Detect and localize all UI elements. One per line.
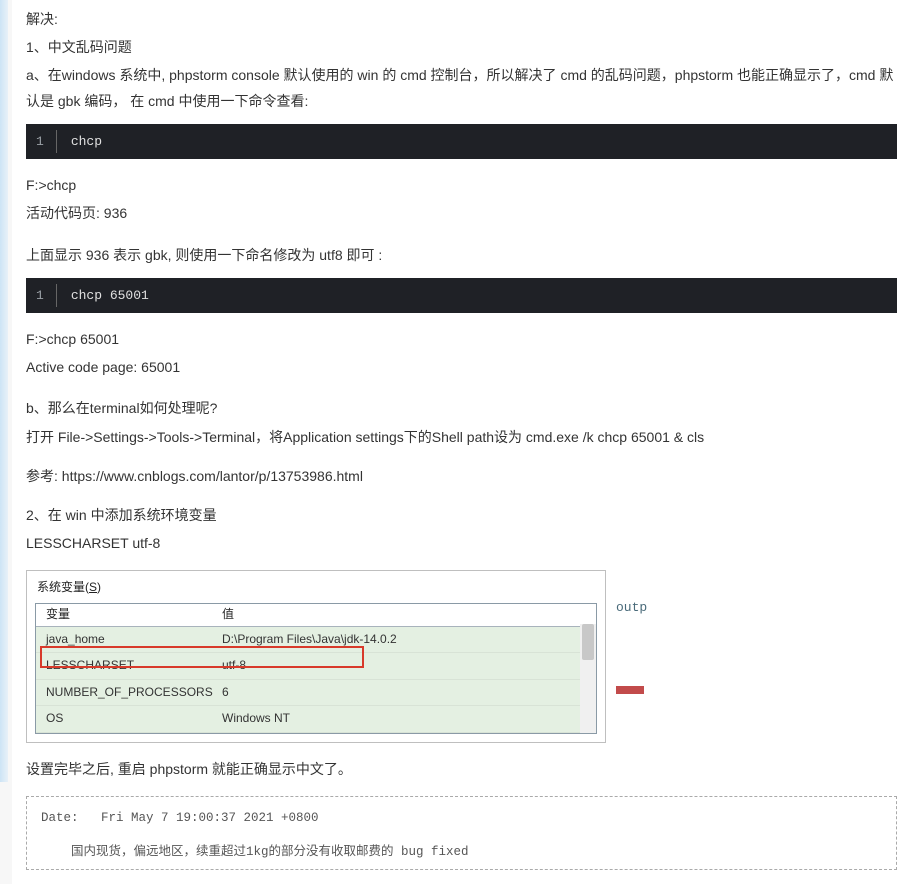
text-line: 参考: https://www.cnblogs.com/lantor/p/137… xyxy=(26,464,897,489)
text-line: 2、在 win 中添加系统环境变量 xyxy=(26,503,897,528)
env-table: 变量 值 java_home D:\Program Files\Java\jdk… xyxy=(35,603,597,734)
text-line: 活动代码页: 936 xyxy=(26,201,897,226)
line-number: 1 xyxy=(36,130,57,153)
text-line: Active code page: 65001 xyxy=(26,355,897,380)
article-body: 解决: 1、中文乱码问题 a、在windows 系统中, phpstorm co… xyxy=(12,0,911,884)
env-row: OS Windows NT xyxy=(36,706,596,733)
code-block-chcp: 1 chcp xyxy=(26,124,897,159)
text-line: 打开 File->Settings->Tools->Terminal，将Appl… xyxy=(26,425,897,450)
env-row: NUMBER_OF_PROCESSORS 6 xyxy=(36,680,596,707)
code-text: chcp xyxy=(71,130,102,153)
line-number: 1 xyxy=(36,284,57,307)
env-row: java_home D:\Program Files\Java\jdk-14.0… xyxy=(36,627,596,654)
env-variables-screenshot: 系统变量(S) 变量 值 java_home D:\Program Files\… xyxy=(26,570,606,743)
text-line: 解决: xyxy=(26,7,897,32)
text-line: 1、中文乱码问题 xyxy=(26,35,897,60)
col-variable: 变量 xyxy=(36,604,216,626)
text-line: F:>chcp xyxy=(26,173,897,198)
scrollbar-thumb[interactable] xyxy=(582,624,594,660)
git-log-message: 国内现货，偏远地区，续重超过1kg的部分没有收取邮费的 bug fixed xyxy=(41,841,882,865)
git-log-date: Date: Fri May 7 19:00:37 2021 +0800 xyxy=(41,807,882,831)
col-value: 值 xyxy=(216,604,596,626)
env-row-lesscharset: LESSCHARSET utf-8 xyxy=(36,653,596,680)
text-line: 设置完毕之后, 重启 phpstorm 就能正确显示中文了。 xyxy=(26,757,897,782)
text-line: F:>chcp 65001 xyxy=(26,327,897,352)
scrollbar[interactable] xyxy=(580,624,596,733)
code-text: chcp 65001 xyxy=(71,284,149,307)
side-red-bar xyxy=(616,686,644,694)
text-line: LESSCHARSET utf-8 xyxy=(26,531,897,556)
text-line: b、那么在terminal如何处理呢? xyxy=(26,396,897,421)
side-output-label: outp xyxy=(616,596,647,619)
text-line: a、在windows 系统中, phpstorm console 默认使用的 w… xyxy=(26,63,897,113)
git-log-block: Date: Fri May 7 19:00:37 2021 +0800 国内现货… xyxy=(26,796,897,870)
env-section-title: 系统变量(S) xyxy=(27,571,605,603)
code-block-chcp65001: 1 chcp 65001 xyxy=(26,278,897,313)
text-line: 上面显示 936 表示 gbk, 则使用一下命名修改为 utf8 即可 : xyxy=(26,243,897,268)
env-table-header: 变量 值 xyxy=(36,604,596,627)
